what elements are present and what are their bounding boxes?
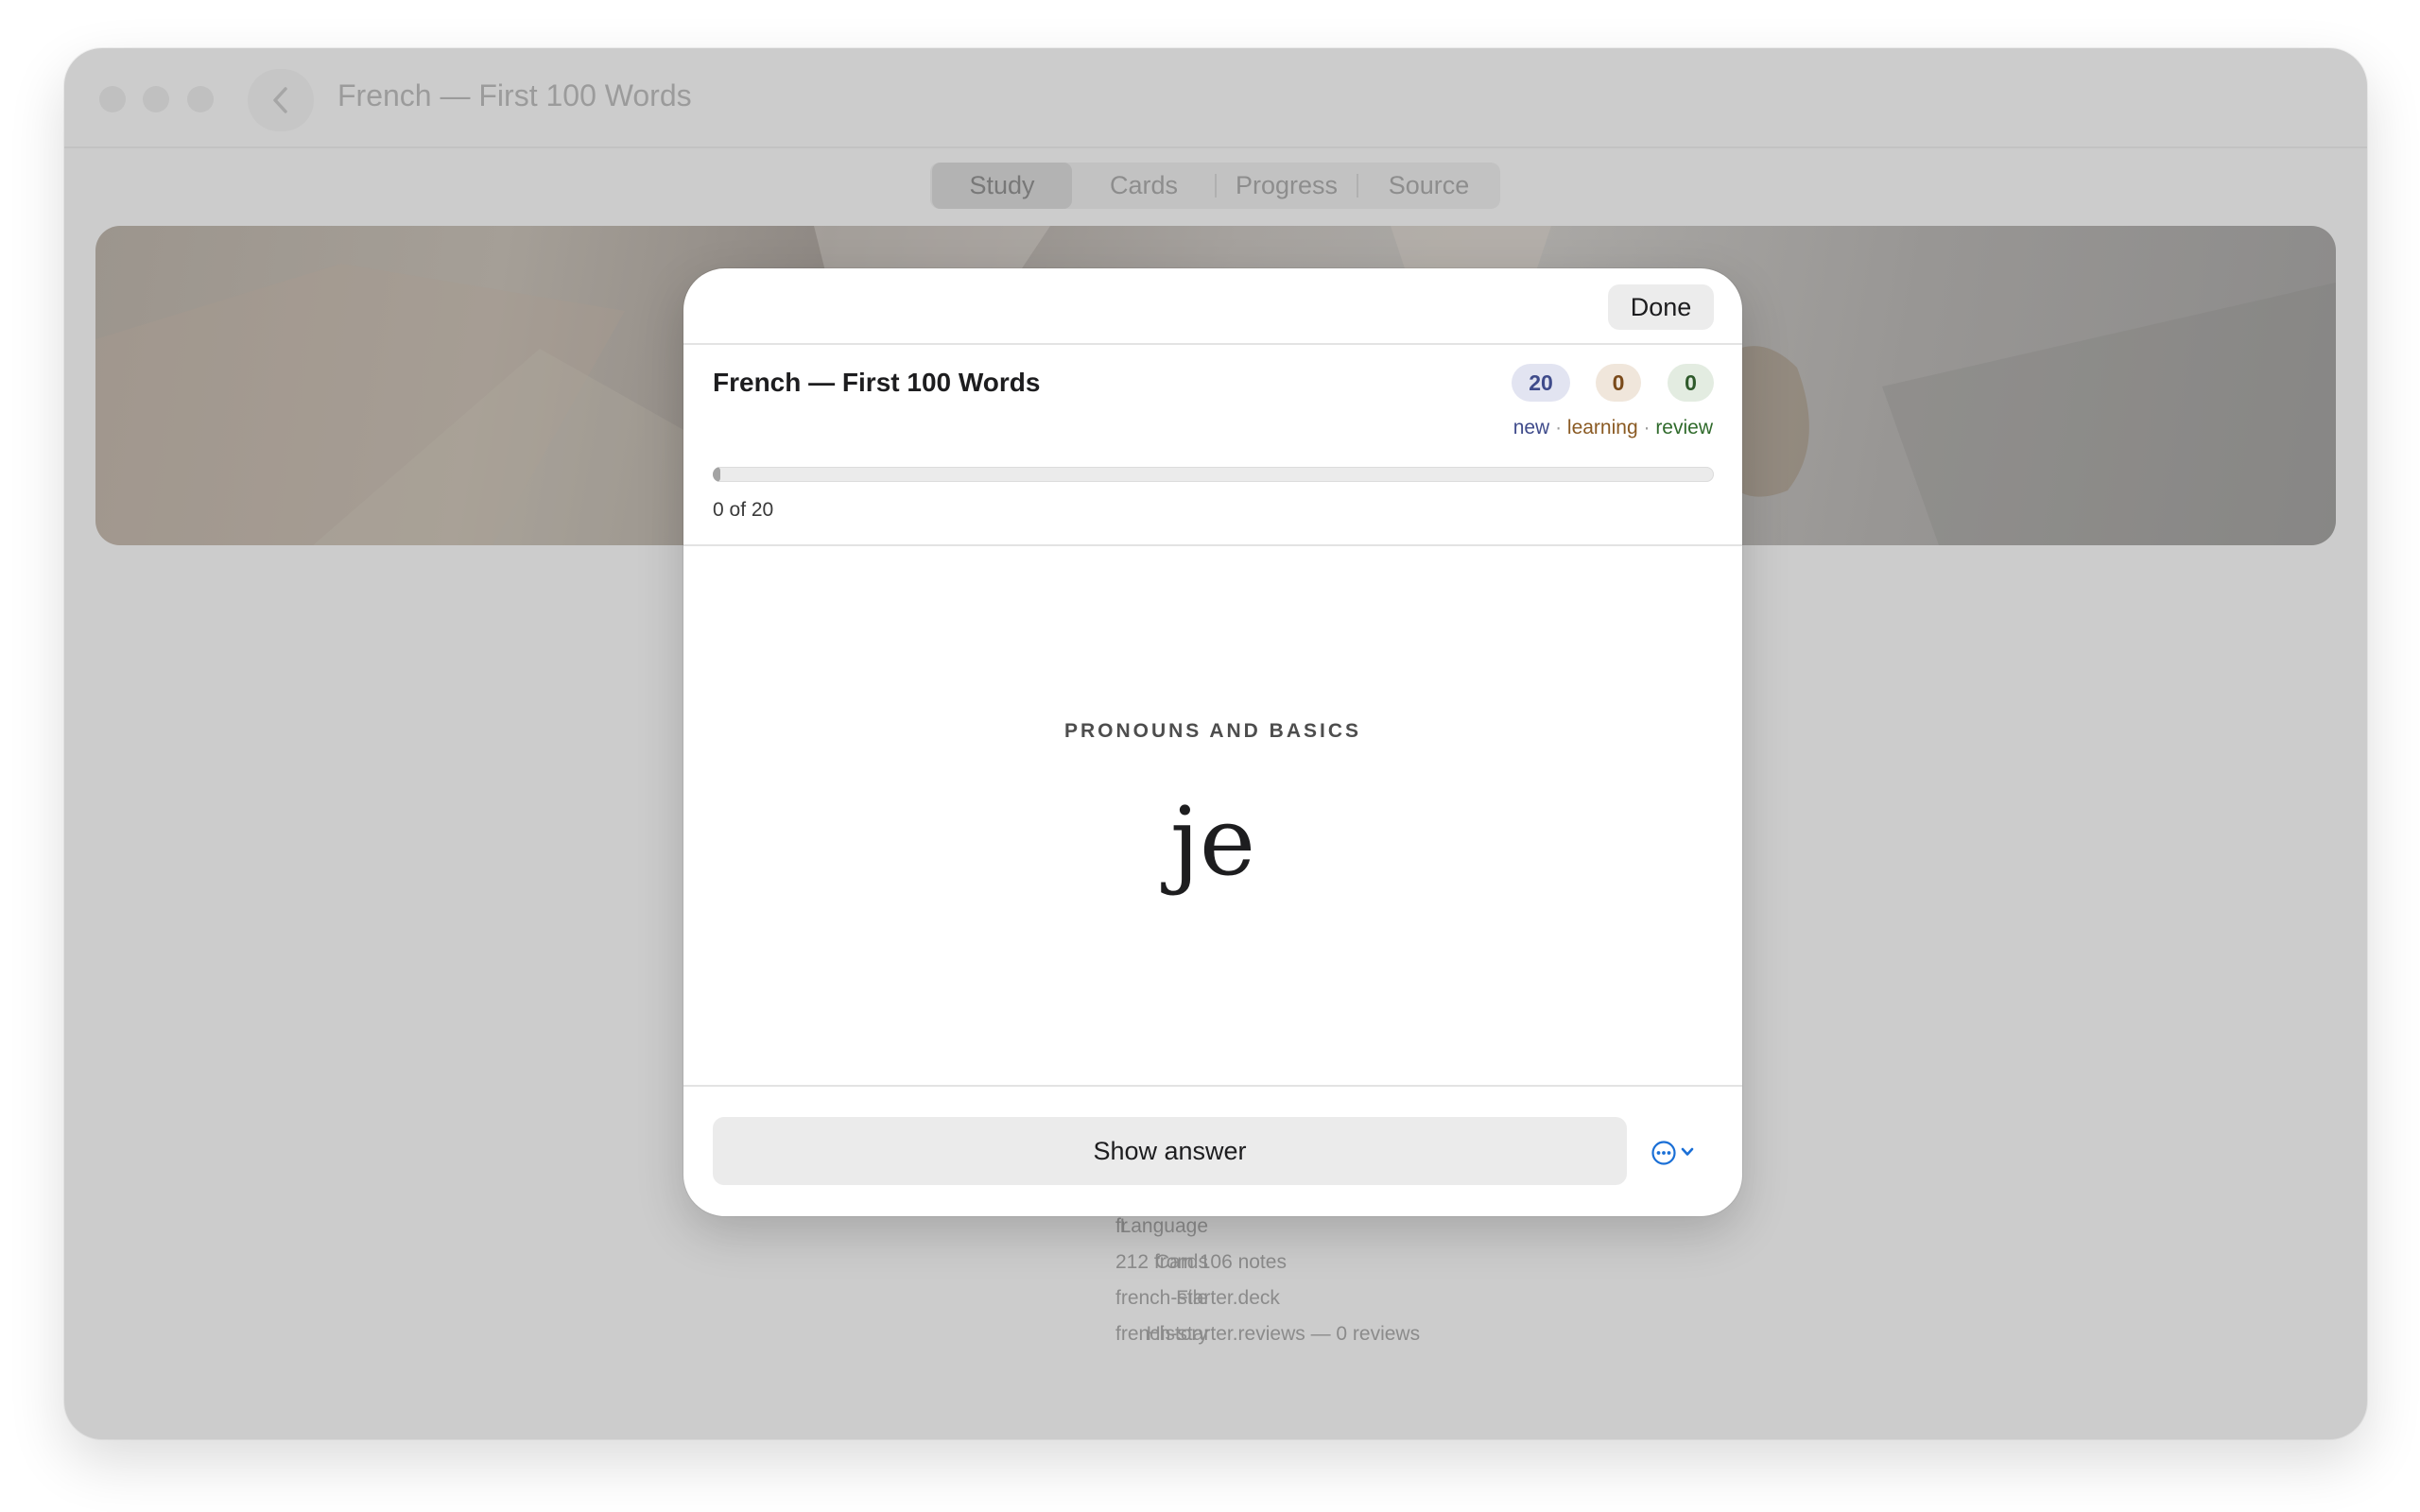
header-divider	[683, 343, 1742, 345]
show-answer-button[interactable]: Show answer	[713, 1117, 1627, 1185]
chevron-left-icon	[273, 87, 287, 113]
card-front-word: je	[1169, 786, 1256, 897]
legend-learning: learning	[1566, 417, 1638, 438]
minimize-window-button[interactable]	[143, 86, 169, 112]
tab-study[interactable]: Study	[932, 163, 1072, 209]
legend-separator: ·	[1637, 417, 1656, 438]
tab-progress[interactable]: Progress	[1216, 163, 1357, 209]
ellipsis-circle-icon	[1651, 1141, 1676, 1165]
tab-cards[interactable]: Cards	[1072, 163, 1216, 209]
back-button[interactable]	[248, 69, 314, 131]
new-count-badge: 20	[1512, 364, 1570, 402]
legend-new: new	[1512, 417, 1550, 438]
chevron-down-icon	[1681, 1147, 1694, 1156]
progress-text: 0 of 20	[713, 499, 774, 521]
detail-value-language: fr	[1115, 1215, 1128, 1237]
count-legend: new · learning · review	[1513, 417, 1713, 439]
learning-count-badge: 0	[1596, 364, 1641, 402]
window-title: French — First 100 Words	[337, 78, 692, 112]
card-category: PRONOUNS AND BASICS	[1063, 720, 1362, 742]
tab-divider	[1357, 174, 1358, 198]
close-window-button[interactable]	[99, 86, 126, 112]
review-count-badge: 0	[1668, 364, 1714, 402]
detail-value-history: french-starter.reviews — 0 reviews	[1115, 1323, 1421, 1345]
more-options-menu[interactable]	[1651, 1133, 1703, 1171]
detail-value-cards: 212 from 106 notes	[1115, 1251, 1287, 1273]
detail-label-language: Language	[1119, 1215, 1208, 1237]
zoom-window-button[interactable]	[187, 86, 214, 112]
progress-divider	[683, 544, 1742, 546]
deck-title: French — First 100 Words	[713, 368, 1041, 397]
legend-separator: ·	[1549, 417, 1567, 438]
footer-divider	[683, 1085, 1742, 1087]
view-tabs: Study Cards Progress Source	[930, 163, 1500, 209]
title-bar: French — First 100 Words	[64, 48, 2367, 148]
done-button[interactable]: Done	[1608, 284, 1714, 330]
session-progress-bar	[713, 467, 1714, 482]
study-sheet: Done French — First 100 Words 20 0 0 new…	[683, 268, 1742, 1216]
tab-source[interactable]: Source	[1357, 163, 1500, 209]
tab-divider	[1215, 174, 1217, 198]
session-progress-fill	[713, 467, 720, 482]
detail-value-file: french-starter.deck	[1115, 1287, 1280, 1309]
legend-review: review	[1655, 417, 1713, 438]
